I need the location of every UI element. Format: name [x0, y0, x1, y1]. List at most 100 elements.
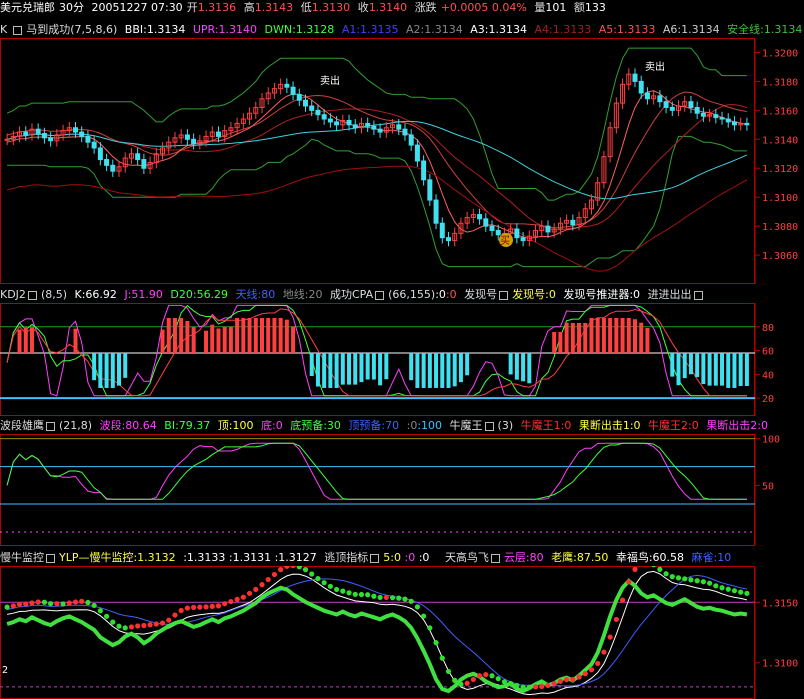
monitor-dot [240, 594, 246, 600]
monitor-dot [445, 668, 452, 675]
candle-body [663, 101, 669, 108]
kdj-histogram-bar [98, 352, 103, 388]
monitor-dot [222, 601, 228, 607]
support-line [6, 165, 748, 272]
kdj-histogram-bar [589, 317, 594, 353]
escape-e1: :0 [404, 551, 416, 564]
kdj-toggle[interactable] [27, 290, 37, 300]
kdj-histogram-bar [253, 317, 258, 353]
monitor-dot [228, 598, 234, 605]
wave-params: (21,8) [59, 419, 93, 432]
candle-body [632, 73, 638, 82]
bull-toggle[interactable] [484, 421, 494, 431]
decisive2: 果断出击2:0 [706, 419, 768, 432]
candle-body [477, 214, 483, 220]
main-indicator-name[interactable]: 马到成功 [26, 23, 70, 36]
kdj-histogram-bar [73, 328, 78, 353]
kdj-tick-label: 40 [762, 370, 774, 381]
monitor-dot [520, 684, 526, 690]
kdj-histogram-bar [458, 352, 463, 383]
kdj-histogram-bar [558, 331, 563, 353]
wave-name[interactable]: 波段雄鹰 [0, 419, 44, 432]
main-price-panel: 1.3200 1.3180 1.3160 1.3140 1.3120 1.3100 1.30… [0, 38, 798, 284]
monitor-dot [458, 681, 464, 687]
collapse-toggle[interactable] [13, 25, 23, 35]
kdj-histogram-bar [110, 352, 115, 388]
monitor-dot [110, 619, 116, 625]
kdj-name[interactable]: KDJ2 [0, 288, 26, 301]
candle-body [284, 83, 290, 88]
kdj-histogram-bar [172, 317, 177, 353]
kdj-histogram-bar [732, 352, 737, 388]
candle-body [694, 106, 700, 114]
kdj-histogram-bar [259, 317, 264, 353]
monitor-dot [116, 623, 122, 629]
kdj-histogram-bar [117, 352, 122, 386]
kdj-histogram-bar [595, 317, 600, 353]
wave-top-pre: 顶预备:70 [348, 419, 400, 432]
candle-body [303, 99, 309, 107]
kdj-histogram-bar [521, 352, 526, 382]
kdj-histogram-bar [632, 319, 637, 353]
monitor-dot [576, 674, 582, 680]
kdj-histogram-bar [185, 321, 190, 353]
candle-body [744, 122, 750, 126]
a6-value: A6:1.3134 [662, 23, 720, 36]
candle-body [427, 179, 433, 201]
cpa-toggle[interactable] [375, 290, 385, 300]
fx-toggle[interactable] [499, 290, 509, 300]
kdj-k: K:66.92 [74, 288, 117, 301]
tgnf-name[interactable]: 天高鸟飞 [445, 551, 489, 564]
monitor-dot [203, 604, 209, 610]
candle-body [421, 160, 427, 181]
decisive1: 果断出击1:0 [578, 419, 641, 432]
monitor-dot [197, 604, 203, 610]
monitor-dot [675, 575, 682, 581]
escape-toggle[interactable] [370, 553, 380, 563]
cpa-z2: :0 [445, 288, 457, 301]
wave-bd-line [6, 442, 747, 500]
candle-body [79, 131, 85, 137]
monitor-dot [452, 677, 458, 683]
fx1: 发现号:0 [512, 288, 556, 301]
jj-name[interactable]: 进进出出 [648, 288, 692, 301]
monitor-dot [539, 683, 545, 690]
candle-body [365, 122, 371, 127]
kdj-histogram-bar [247, 317, 252, 353]
candle-body [352, 124, 358, 129]
monitor-dot [688, 577, 694, 583]
panel-frame [0, 434, 755, 546]
monitor-dot [333, 586, 340, 593]
monitor-dot [315, 575, 321, 582]
tgnf-toggle[interactable] [490, 553, 500, 563]
candle-body [402, 128, 408, 136]
candle-body [700, 112, 706, 117]
kdj-histogram-bar [347, 352, 352, 385]
candle-body [315, 109, 321, 116]
kdj-histogram-bar [309, 352, 314, 376]
kdj-histogram-bar [570, 322, 575, 353]
candle-body [4, 138, 10, 141]
monitor-dot [744, 590, 750, 596]
monitor-dot [514, 682, 520, 689]
candle-body [514, 228, 520, 239]
escape-name[interactable]: 逃顶指标 [324, 551, 368, 564]
kdj-histogram-bar [583, 322, 588, 353]
monitor-dot [389, 595, 396, 601]
kdj-histogram-bar [608, 317, 613, 353]
kdj-histogram-bar [123, 352, 128, 378]
candle-body [725, 118, 731, 123]
monitor-dot [545, 682, 551, 689]
monitor-dot [141, 622, 147, 629]
bull-name[interactable]: 牛魔王 [450, 419, 483, 432]
monitor-toggle[interactable] [46, 553, 55, 563]
monitor-name[interactable]: 慢牛监控 [0, 551, 44, 564]
fx-name[interactable]: 发现号 [464, 288, 497, 301]
candle-body [377, 128, 383, 133]
cpa-name[interactable]: 成功CPA [330, 288, 373, 301]
monitor-dot [619, 597, 626, 603]
kdj-histogram-bar [720, 352, 725, 386]
candle-body [309, 105, 315, 111]
wave-toggle[interactable] [46, 421, 55, 431]
jj-toggle[interactable] [693, 290, 703, 300]
